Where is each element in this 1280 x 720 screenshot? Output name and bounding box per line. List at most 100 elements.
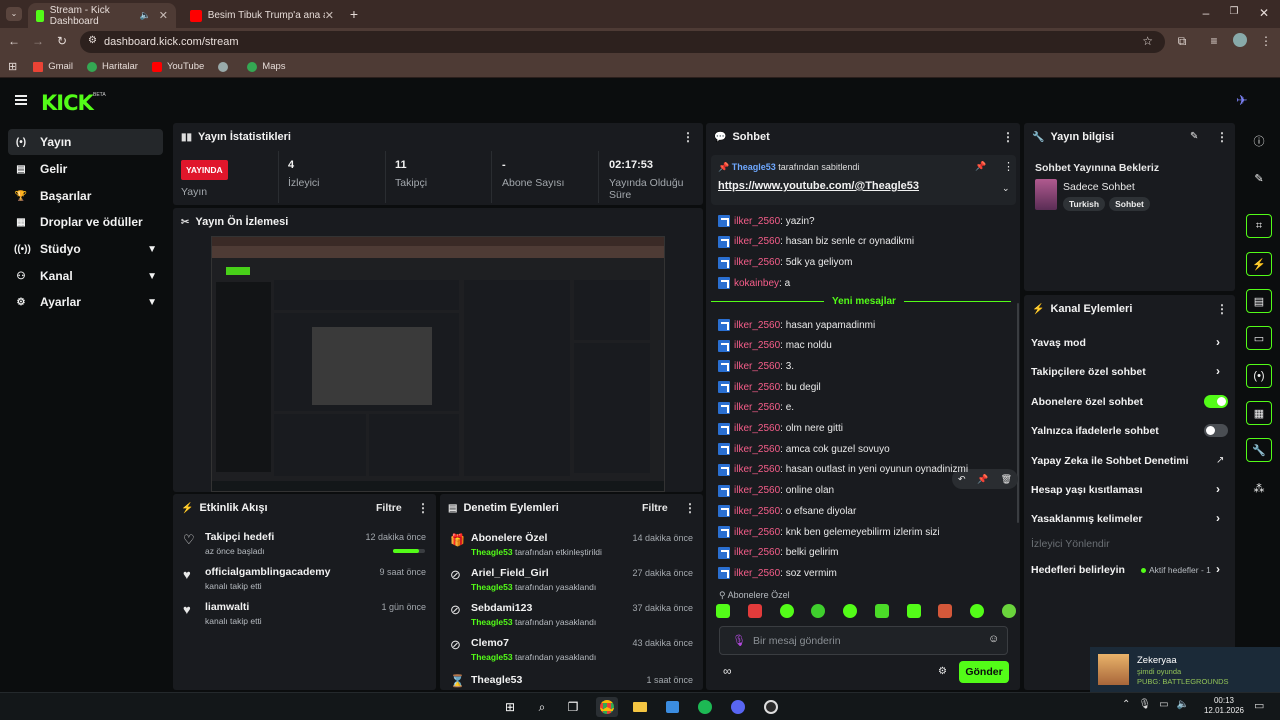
chevron-down-icon[interactable]: ⌄ bbox=[1002, 183, 1010, 194]
external-link-icon[interactable]: ↗ bbox=[1216, 455, 1224, 466]
tab-search-icon[interactable]: ⌄ bbox=[6, 7, 22, 21]
emote-icon[interactable] bbox=[970, 604, 985, 618]
emoji-icon[interactable]: ☺ bbox=[988, 633, 999, 645]
bookmark-star-icon[interactable]: ☆ bbox=[1142, 34, 1153, 48]
chat-username[interactable]: ilker_2560 bbox=[734, 485, 780, 496]
chat-message[interactable]: ilker_2560: hasan biz senle cr oynadikmi bbox=[718, 235, 914, 249]
close-tab-icon[interactable]: ✕ bbox=[159, 9, 168, 22]
moderation-menu-icon[interactable]: ⋮ bbox=[684, 501, 696, 515]
sidebar-item-yayin[interactable]: (•) Yayın bbox=[8, 129, 163, 155]
points-icon[interactable]: ∞ bbox=[723, 664, 732, 678]
emote-icon[interactable] bbox=[906, 604, 921, 618]
action-followers-only[interactable]: Takipçilere özel sohbet bbox=[1031, 366, 1146, 378]
bookmark-youtube[interactable]: YouTube bbox=[151, 61, 204, 72]
category-name[interactable]: Sadece Sohbet bbox=[1063, 181, 1135, 193]
chat-username[interactable]: ilker_2560 bbox=[734, 216, 780, 227]
clip-icon[interactable]: ⌗ bbox=[1246, 214, 1272, 238]
tag-chip[interactable]: Sohbet bbox=[1109, 197, 1150, 211]
action-set-goals[interactable]: Hedefleri belirleyin bbox=[1031, 564, 1125, 576]
chat-username[interactable]: ilker_2560 bbox=[734, 402, 780, 413]
subscribers-only-toggle[interactable] bbox=[1204, 395, 1228, 408]
stream-preview-video[interactable] bbox=[211, 236, 665, 492]
forward-icon[interactable]: → bbox=[30, 34, 46, 48]
tag-chip[interactable]: Turkish bbox=[1063, 197, 1106, 211]
pinned-menu-icon[interactable]: ⋮ bbox=[1003, 160, 1014, 173]
edit-icon[interactable]: ✎ bbox=[1246, 166, 1272, 190]
chat-message[interactable]: ilker_2560: bu degil bbox=[718, 380, 821, 394]
chat-settings-icon[interactable]: ⚙ bbox=[938, 666, 947, 677]
chrome-icon[interactable] bbox=[596, 697, 618, 717]
microphone-icon[interactable]: 🎙 bbox=[732, 634, 746, 647]
pinned-user[interactable]: Theagle53 bbox=[732, 162, 776, 172]
moderator-name[interactable]: Theagle53 bbox=[471, 652, 513, 662]
pin-icon[interactable]: 📌 bbox=[977, 474, 988, 485]
chat-message[interactable]: ilker_2560: hasan yapamadinmi bbox=[718, 318, 875, 332]
back-icon[interactable]: ← bbox=[6, 34, 22, 48]
info-icon[interactable]: ⓘ bbox=[1246, 129, 1272, 153]
file-explorer-icon[interactable] bbox=[629, 697, 651, 717]
chat-username[interactable]: ilker_2560 bbox=[734, 361, 780, 372]
chevron-right-icon[interactable]: › bbox=[1216, 482, 1220, 496]
chat-username[interactable]: ilker_2560 bbox=[734, 340, 780, 351]
emotes-only-toggle[interactable] bbox=[1204, 424, 1228, 437]
start-icon[interactable]: ⊞ bbox=[499, 697, 521, 717]
window-close-icon[interactable]: ✕ bbox=[1256, 6, 1272, 20]
bookmark-gmail[interactable]: Gmail bbox=[33, 61, 73, 72]
chat-username[interactable]: ilker_2560 bbox=[734, 527, 780, 538]
sidebar-item-basarilar[interactable]: 🏆 Başarılar bbox=[8, 183, 163, 209]
chat-message[interactable]: ilker_2560: yazin? bbox=[718, 214, 815, 228]
chat-message[interactable]: kokainbey: a bbox=[718, 276, 790, 290]
chat-username[interactable]: ilker_2560 bbox=[734, 506, 780, 517]
site-info-icon[interactable]: ⚙ bbox=[88, 35, 97, 46]
chat-username[interactable]: ilker_2560 bbox=[734, 464, 780, 475]
chat-message[interactable]: ilker_2560: e. bbox=[718, 401, 794, 415]
hamburger-menu-icon[interactable] bbox=[15, 95, 27, 105]
tray-chevron-icon[interactable]: ⌃ bbox=[1122, 699, 1130, 710]
task-view-icon[interactable]: ❐ bbox=[562, 697, 584, 717]
chat-message[interactable]: ilker_2560: online olan bbox=[718, 484, 834, 498]
profile-avatar[interactable] bbox=[1233, 33, 1247, 47]
chat-menu-icon[interactable]: ⋮ bbox=[1002, 130, 1014, 144]
game-notification[interactable]: Zekeryaa şimdi oyunda PUBG: BATTLEGROUND… bbox=[1090, 647, 1280, 692]
chat-input[interactable]: 🎙 Bir mesaj gönderin ☺ bbox=[719, 626, 1008, 655]
chrome-menu-icon[interactable]: ⋮ bbox=[1258, 34, 1274, 48]
chat-username[interactable]: ilker_2560 bbox=[734, 568, 780, 579]
delete-icon[interactable]: 🗑 bbox=[1001, 474, 1012, 485]
chat-username[interactable]: ilker_2560 bbox=[734, 320, 780, 331]
extensions-icon[interactable]: ⧉ bbox=[1174, 34, 1190, 49]
rocket-icon[interactable]: ✈ bbox=[1236, 92, 1248, 109]
action-account-age[interactable]: Hesap yaşı kısıtlaması bbox=[1031, 484, 1143, 496]
chat-message[interactable]: ilker_2560: belki gelirim bbox=[718, 546, 839, 560]
chat-username[interactable]: kokainbey bbox=[734, 278, 779, 289]
chat-scrollbar[interactable] bbox=[1017, 303, 1019, 523]
media-icon[interactable]: ≡ bbox=[1206, 34, 1222, 48]
document-icon[interactable]: ▤ bbox=[1246, 289, 1272, 313]
action-banned-words[interactable]: Yasaklanmış kelimeler bbox=[1031, 513, 1143, 525]
chat-message[interactable]: ilker_2560: o efsane diyolar bbox=[718, 504, 856, 518]
layout-icon[interactable]: ▦ bbox=[1246, 401, 1272, 425]
action-slow-mode[interactable]: Yavaş mod bbox=[1031, 337, 1086, 349]
notification-center-icon[interactable]: ▭ bbox=[1254, 699, 1264, 712]
chat-username[interactable]: ilker_2560 bbox=[734, 547, 780, 558]
send-button[interactable]: Gönder bbox=[959, 661, 1009, 683]
emote-icon[interactable] bbox=[716, 604, 730, 618]
emote-icon[interactable] bbox=[779, 604, 794, 618]
chat-username[interactable]: ilker_2560 bbox=[734, 444, 780, 455]
search-icon[interactable]: ⌕ bbox=[531, 697, 553, 717]
channel-actions-menu-icon[interactable]: ⋮ bbox=[1216, 302, 1228, 316]
bookmark-globe[interactable] bbox=[218, 61, 233, 72]
tab-kick-dashboard[interactable]: Stream - Kick Dashboard 🔈 ✕ bbox=[28, 3, 176, 28]
emote-icon[interactable] bbox=[843, 604, 858, 618]
sidebar-item-ayarlar[interactable]: ⚙ Ayarlar ▼ bbox=[8, 289, 163, 315]
wrench-icon[interactable]: 🔧 bbox=[1246, 438, 1272, 462]
emote-icon[interactable] bbox=[938, 604, 953, 618]
stream-info-menu-icon[interactable]: ⋮ bbox=[1216, 130, 1228, 144]
minimize-icon[interactable]: – bbox=[1198, 6, 1214, 20]
moderator-name[interactable]: Theagle53 bbox=[471, 547, 513, 557]
stats-menu-icon[interactable]: ⋮ bbox=[682, 130, 694, 144]
chevron-right-icon[interactable]: › bbox=[1216, 335, 1220, 349]
chevron-right-icon[interactable]: › bbox=[1216, 562, 1220, 576]
chevron-right-icon[interactable]: › bbox=[1216, 364, 1220, 378]
more-tools-icon[interactable]: ⁂ bbox=[1246, 476, 1272, 500]
chevron-right-icon[interactable]: › bbox=[1216, 511, 1220, 525]
